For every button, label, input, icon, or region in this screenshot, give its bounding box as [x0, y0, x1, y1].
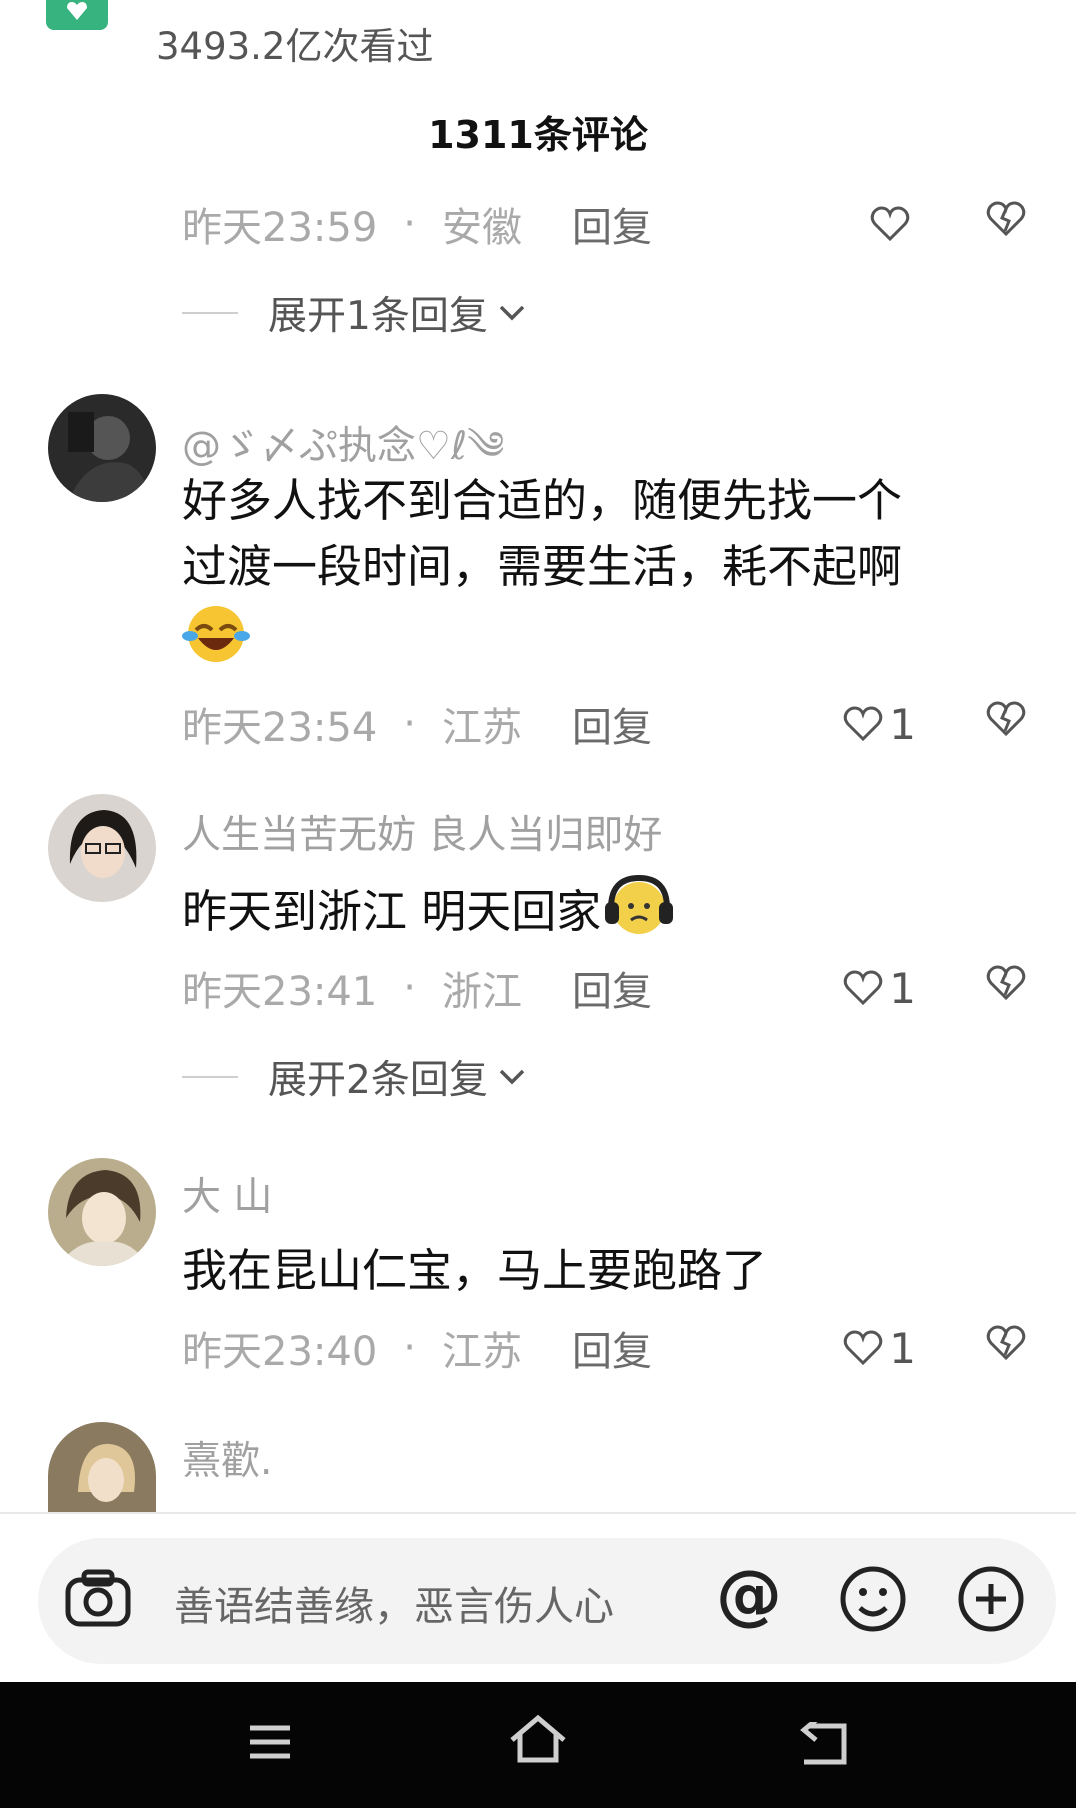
like-button[interactable]: 1	[843, 964, 916, 1013]
comment-location: 江苏	[442, 1329, 522, 1375]
comment-time: 昨天23:54	[182, 705, 378, 751]
expand-replies-button[interactable]: 展开2条回复	[182, 1052, 526, 1103]
view-count: 3493.2亿次看过	[156, 25, 434, 68]
comment-location: 江苏	[442, 705, 522, 751]
system-nav-bar	[0, 1682, 1076, 1808]
expand-replies-label: 展开1条回复	[268, 294, 488, 339]
like-button[interactable]	[870, 206, 916, 242]
like-button[interactable]: 1	[843, 1324, 916, 1373]
comment-text-line: 昨天到浙江 明天回家	[182, 885, 602, 938]
comment-location: 安徽	[442, 205, 522, 251]
heart-icon	[870, 206, 910, 242]
headphones-sad-emoji-icon	[601, 872, 677, 958]
comment-input[interactable]: 善语结善缘，恶言伤人心	[174, 1574, 614, 1632]
reply-button[interactable]: 回复	[572, 695, 652, 753]
comment-meta: 昨天23:54 · 江苏 回复 1	[182, 696, 1026, 752]
plus-icon[interactable]	[956, 1564, 1026, 1638]
username[interactable]: 人生当苦无妨 良人当归即好	[182, 804, 662, 860]
broken-heart-icon	[986, 201, 1026, 237]
comment-time: 昨天23:41	[182, 969, 378, 1015]
expand-replies-button[interactable]: 展开1条回复	[182, 288, 526, 339]
like-count: 1	[889, 963, 916, 1013]
mention-button[interactable]: @	[716, 1556, 782, 1633]
heart-location-icon	[67, 2, 87, 20]
username[interactable]: 大 山	[182, 1166, 272, 1222]
heart-icon	[844, 1330, 883, 1366]
comment-meta: 昨天23:59 · 安徽 回复	[182, 196, 1026, 252]
dislike-button[interactable]	[986, 1325, 1026, 1371]
like-count: 1	[889, 699, 916, 749]
avatar[interactable]	[48, 1422, 156, 1512]
comment-text-line: 好多人找不到合适的，随便先找一个	[182, 474, 903, 527]
separator-dot: ·	[403, 1325, 416, 1371]
comment-text-line: 过渡一段时间，需要生活，耗不起啊	[182, 540, 903, 593]
separator-dot: ·	[403, 201, 416, 247]
reply-button[interactable]: 回复	[572, 959, 652, 1017]
broken-heart-icon	[986, 965, 1026, 1001]
divider-line	[182, 1076, 238, 1078]
app-badge	[46, 0, 108, 30]
comment-time: 昨天23:40	[182, 1329, 378, 1375]
comment-text: 好多人找不到合适的，随便先找一个 过渡一段时间，需要生活，耗不起啊	[182, 468, 1022, 684]
camera-icon[interactable]	[62, 1566, 134, 1634]
reply-button[interactable]: 回复	[572, 195, 652, 253]
comment-meta: 昨天23:40 · 江苏 回复 1	[182, 1320, 1026, 1376]
heart-icon	[844, 970, 883, 1006]
laughing-crying-emoji-icon	[182, 600, 250, 684]
comment-meta: 昨天23:41 · 浙江 回复 1	[182, 960, 1026, 1016]
avatar[interactable]	[48, 1158, 156, 1266]
divider-line	[0, 1512, 1076, 1514]
dislike-button[interactable]	[986, 201, 1026, 247]
comment-text: 昨天到浙江 明天回家	[182, 872, 1022, 958]
home-icon[interactable]	[508, 1714, 568, 1768]
avatar[interactable]	[48, 394, 156, 502]
username[interactable]: 熹歡.	[182, 1430, 272, 1486]
chevron-down-icon	[499, 1069, 525, 1085]
expand-replies-label: 展开2条回复	[268, 1058, 488, 1103]
comment-count-title: 1311条评论	[428, 113, 648, 157]
divider-line	[182, 312, 238, 314]
avatar[interactable]	[48, 794, 156, 902]
dislike-button[interactable]	[986, 701, 1026, 747]
comment-text: 我在昆山仁宝，马上要跑路了	[182, 1244, 768, 1297]
reply-button[interactable]: 回复	[572, 1319, 652, 1377]
heart-icon	[844, 706, 883, 742]
comment-time: 昨天23:59	[182, 205, 378, 251]
separator-dot: ·	[403, 965, 416, 1011]
chevron-down-icon	[499, 305, 525, 321]
comment-location: 浙江	[442, 969, 522, 1015]
broken-heart-icon	[986, 701, 1026, 737]
broken-heart-icon	[986, 1325, 1026, 1361]
separator-dot: ·	[403, 701, 416, 747]
emoji-icon[interactable]	[838, 1564, 908, 1638]
like-button[interactable]: 1	[843, 700, 916, 749]
like-count: 1	[889, 1323, 916, 1373]
back-icon[interactable]	[798, 1718, 850, 1770]
dislike-button[interactable]	[986, 965, 1026, 1011]
menu-icon[interactable]	[246, 1722, 294, 1766]
comment-input-bar[interactable]: 善语结善缘，恶言伤人心 @	[38, 1538, 1056, 1664]
